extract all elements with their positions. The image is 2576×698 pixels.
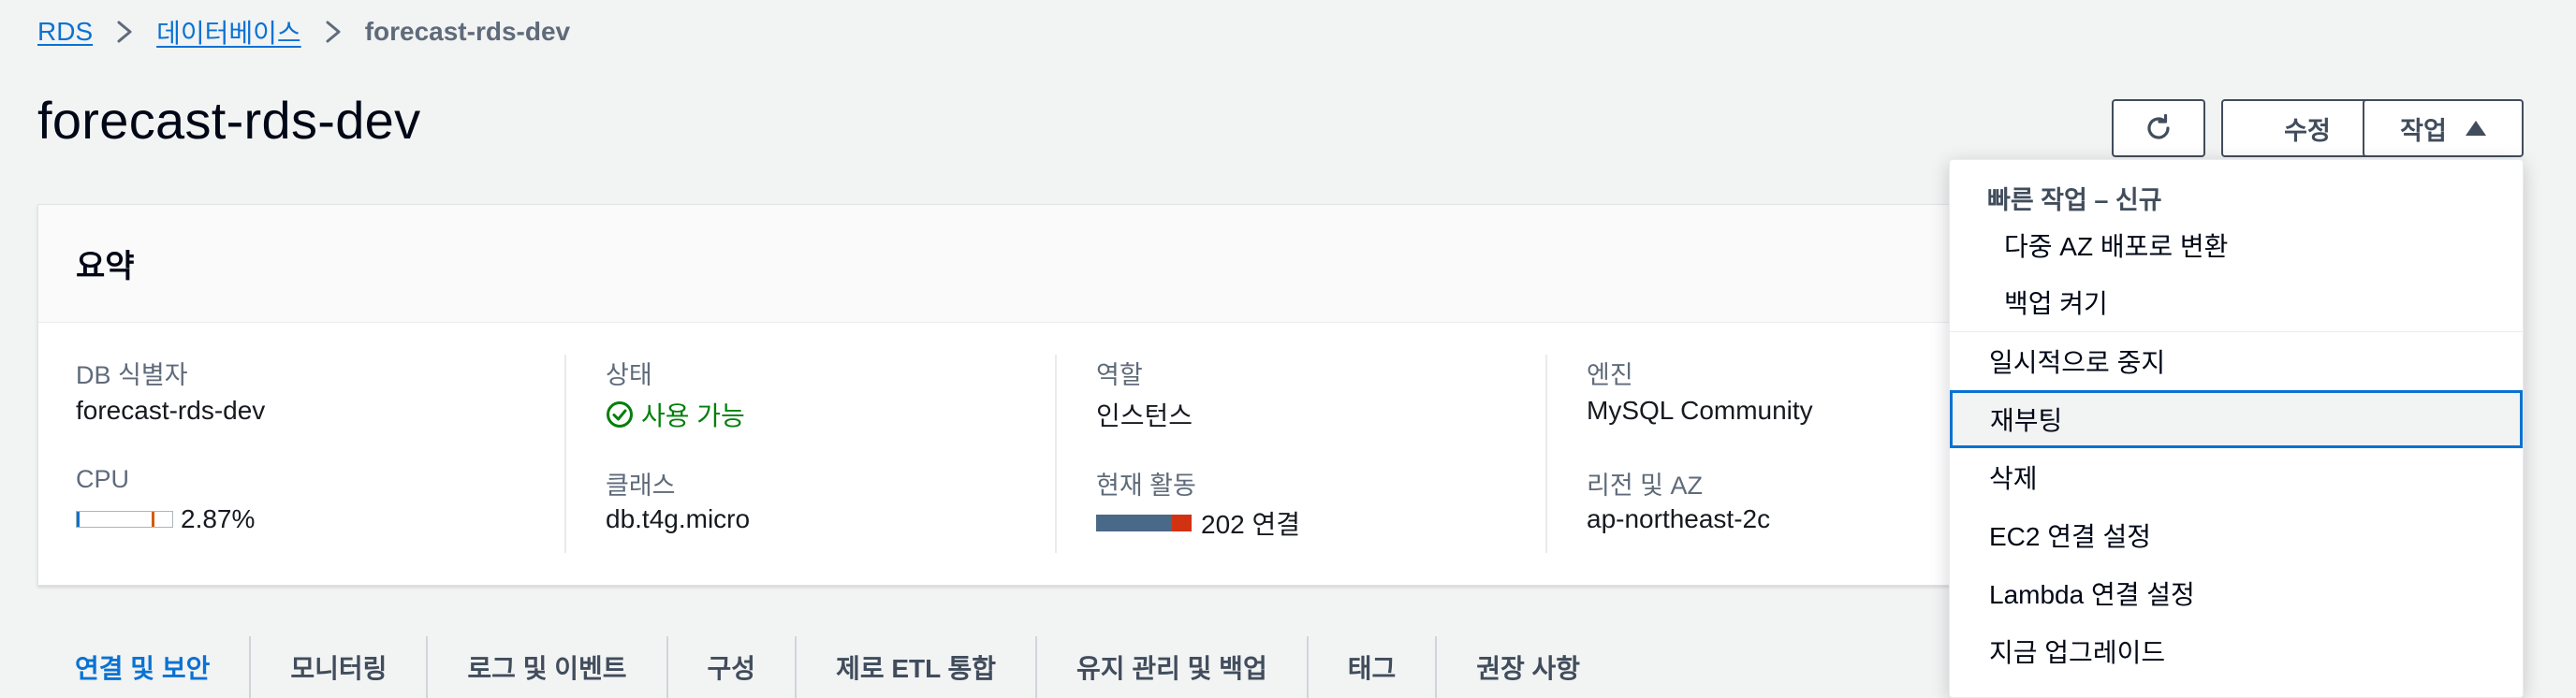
cpu-value: 2.87% xyxy=(181,504,256,533)
activity-label: 현재 활동 xyxy=(1096,472,1196,500)
status-value-row: 사용 가능 xyxy=(606,396,745,433)
actions-dropdown-menu: 빠른 작업 – 신규 다중 AZ 배포로 변환 백업 켜기 일시적으로 중지 재… xyxy=(1949,159,2524,698)
detail-tabs: 연결 및 보안 모니터링 로그 및 이벤트 구성 제로 ETL 통합 유지 관리… xyxy=(37,636,1619,698)
tab-monitoring[interactable]: 모니터링 xyxy=(251,636,429,698)
chevron-right-icon xyxy=(326,21,341,43)
tab-maintenance-backup[interactable]: 유지 관리 및 백업 xyxy=(1037,636,1309,698)
activity-bar xyxy=(1096,515,1192,531)
tab-logs-events[interactable]: 로그 및 이벤트 xyxy=(428,636,668,698)
engine-label: 엔진 xyxy=(1587,361,1633,389)
edit-button-label: 수정 xyxy=(2284,116,2331,145)
class-value: db.t4g.micro xyxy=(606,504,751,533)
activity-value-row: 202 연결 xyxy=(1096,504,1300,542)
chevron-right-icon xyxy=(117,21,132,43)
db-id-value: forecast-rds-dev xyxy=(76,396,266,425)
cpu-label: CPU xyxy=(76,465,130,493)
refresh-button[interactable] xyxy=(2112,99,2205,157)
menu-item-reboot[interactable]: 재부팅 xyxy=(1950,390,2523,448)
summary-column-engine: 엔진 MySQL Community 리전 및 AZ ap-northeast-… xyxy=(1545,355,2013,553)
summary-column-identity: DB 식별자 forecast-rds-dev CPU 2.87% xyxy=(76,355,563,553)
summary-title: 요약 xyxy=(76,249,135,284)
class-label: 클래스 xyxy=(606,472,676,500)
breadcrumb-link-databases[interactable]: 데이터베이스 xyxy=(156,13,301,51)
role-label: 역할 xyxy=(1096,361,1143,389)
cpu-utilization-bar xyxy=(76,511,173,528)
menu-item-convert-multi-az[interactable]: 다중 AZ 배포로 변환 xyxy=(1952,216,2521,274)
breadcrumb-link-rds[interactable]: RDS xyxy=(37,17,93,47)
menu-item-stop-temporarily[interactable]: 일시적으로 중지 xyxy=(1952,332,2521,390)
refresh-icon xyxy=(2147,113,2170,139)
status-label: 상태 xyxy=(606,361,652,389)
menu-item-upgrade-now[interactable]: 지금 업그레이드 xyxy=(1952,622,2521,680)
tab-recommendations[interactable]: 권장 사항 xyxy=(1437,636,1619,698)
breadcrumb-current: forecast-rds-dev xyxy=(364,17,571,46)
check-circle-icon xyxy=(607,401,633,428)
tab-zero-etl[interactable]: 제로 ETL 통합 xyxy=(797,636,1038,698)
actions-button[interactable]: 작업 xyxy=(2363,99,2524,157)
engine-value: MySQL Community xyxy=(1587,396,1813,425)
tab-connectivity-security[interactable]: 연결 및 보안 xyxy=(37,636,252,698)
tab-configuration[interactable]: 구성 xyxy=(668,636,798,698)
region-value: ap-northeast-2c xyxy=(1587,504,1771,533)
summary-column-status: 상태 사용 가능 클래스 db.t4g.micro xyxy=(564,355,1055,553)
menu-item-lambda-connection[interactable]: Lambda 연결 설정 xyxy=(1952,564,2521,622)
page-title: forecast-rds-dev xyxy=(37,91,421,150)
actions-button-label: 작업 xyxy=(2400,116,2447,145)
summary-panel: 요약 DB 식별자 forecast-rds-dev CPU 2.87% 상태 … xyxy=(37,204,2190,586)
summary-header: 요약 xyxy=(38,205,2189,323)
caret-up-icon xyxy=(2465,121,2486,136)
menu-item-ec2-connection[interactable]: EC2 연결 설정 xyxy=(1952,506,2521,564)
summary-column-role: 역할 인스턴스 현재 활동 202 연결 xyxy=(1055,355,1545,553)
activity-value: 202 연결 xyxy=(1201,510,1301,539)
breadcrumb: RDS 데이터베이스 forecast-rds-dev xyxy=(37,13,570,51)
role-value: 인스턴스 xyxy=(1096,401,1193,430)
menu-item-delete[interactable]: 삭제 xyxy=(1952,448,2521,506)
region-label: 리전 및 AZ xyxy=(1587,472,1704,500)
db-id-label: DB 식별자 xyxy=(76,361,188,389)
menu-item-enable-backup[interactable]: 백업 켜기 xyxy=(1952,273,2521,331)
tab-tags[interactable]: 태그 xyxy=(1309,636,1438,698)
cpu-value-row: 2.87% xyxy=(76,504,255,534)
status-value: 사용 가능 xyxy=(641,401,745,430)
